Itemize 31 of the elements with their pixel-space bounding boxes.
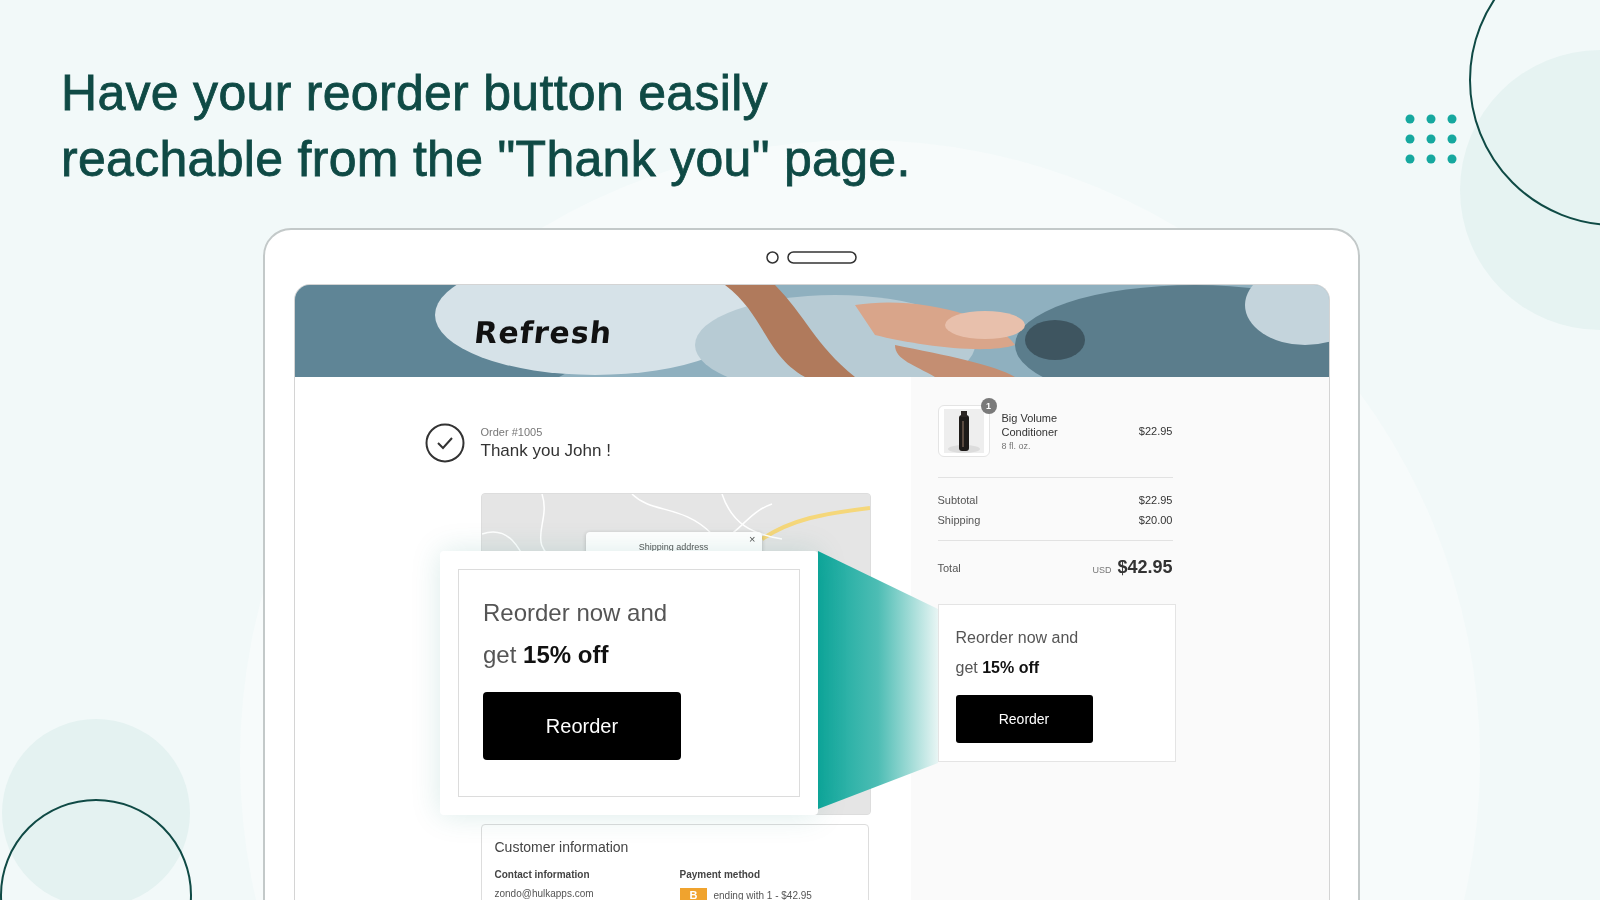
summary-label: Shipping: [937, 514, 981, 526]
dot-grid-icon: [1405, 114, 1457, 164]
order-number: Order #1005: [480, 425, 544, 438]
product-price: $22.95: [1138, 425, 1173, 437]
product-name: Big Volume Conditioner: [1001, 411, 1059, 439]
store-logo: Refresh: [471, 314, 615, 350]
reorder-button[interactable]: Reorder: [483, 692, 681, 760]
summary-label: Subtotal: [937, 494, 978, 506]
payment-text: ending with 1 - $42.95: [713, 889, 812, 900]
section-title: Customer information: [494, 839, 630, 855]
popup-title: Shipping address: [638, 542, 709, 552]
summary-value: $22.95: [1138, 494, 1173, 506]
speaker-icon: [787, 250, 857, 264]
reorder-offer-text: Reorder now and get 15% off: [483, 598, 669, 670]
reorder-offer-text: Reorder now and get 15% off: [955, 628, 1080, 678]
summary-value: $20.00: [1138, 514, 1173, 526]
card-brand-badge: B: [679, 888, 708, 900]
close-button[interactable]: ×: [747, 533, 758, 545]
total-value: $42.95: [1117, 557, 1173, 577]
total-label: Total: [937, 561, 961, 574]
thank-you-heading: Thank you John !: [480, 440, 611, 461]
headline: Have your reorder button easily reachable from the "Thank you" page.: [61, 64, 911, 189]
email-text: zondo@hulkapps.com: [494, 888, 595, 900]
field-label: Contact information: [494, 869, 591, 880]
product-variant: 8 fl. oz.: [1001, 441, 1032, 451]
quantity-badge: 1: [980, 398, 997, 414]
currency-code: USD: [1092, 565, 1112, 575]
reorder-button[interactable]: Reorder: [955, 695, 1093, 743]
field-label: Payment method: [679, 869, 762, 880]
check-circle-icon: [424, 423, 465, 463]
camera-icon: [766, 250, 779, 264]
